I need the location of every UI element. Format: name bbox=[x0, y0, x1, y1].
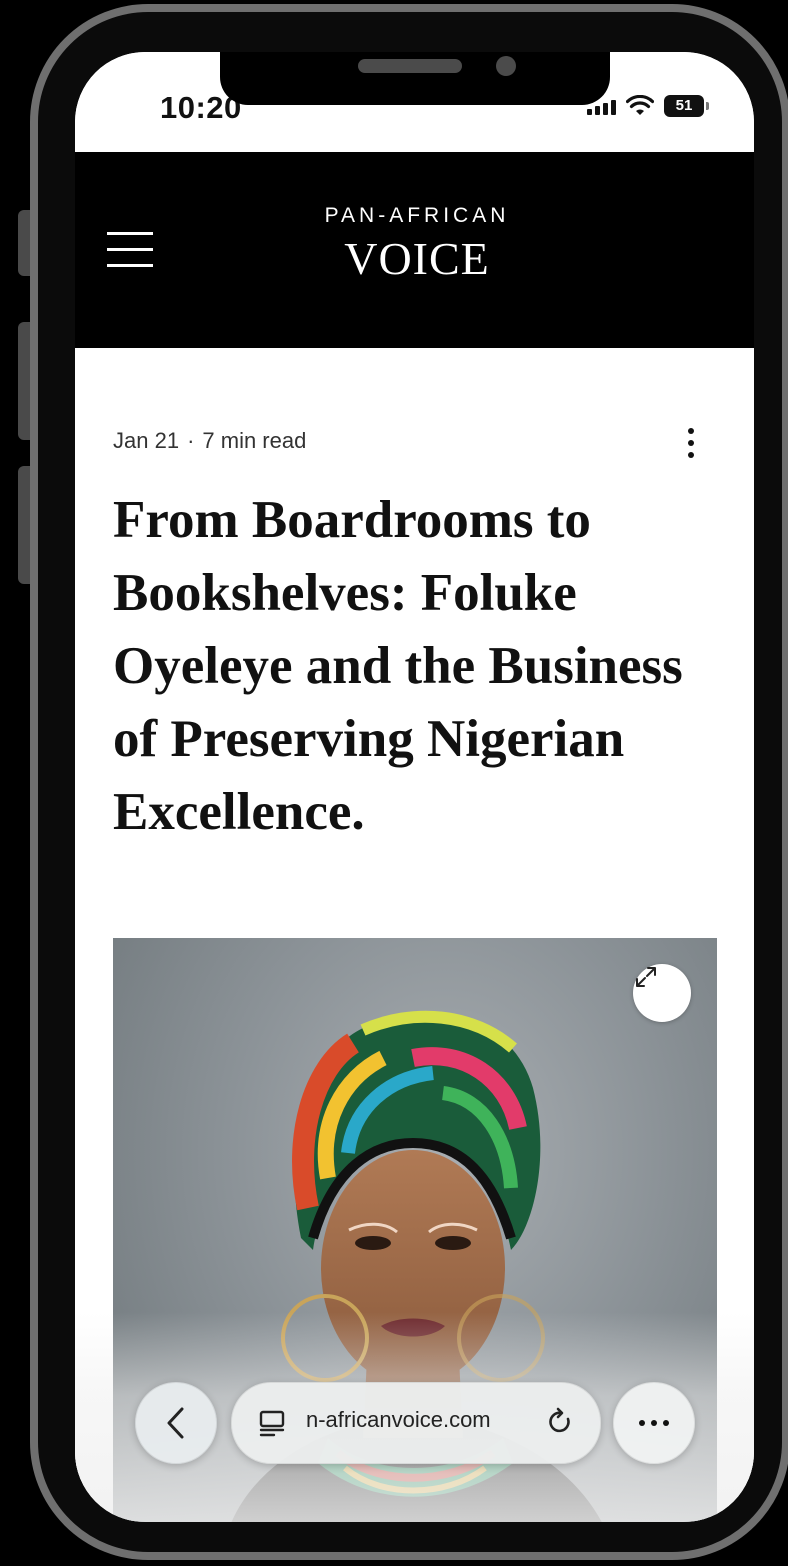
reader-icon bbox=[259, 1410, 285, 1437]
article-date: Jan 21 bbox=[113, 428, 180, 453]
article-headline: From Boardrooms to Bookshelves: Foluke O… bbox=[113, 491, 683, 841]
wifi-icon bbox=[626, 95, 654, 115]
more-horizontal-icon[interactable] bbox=[613, 1382, 695, 1464]
url-bar[interactable]: n-africanvoice.com bbox=[231, 1382, 601, 1464]
stage: 10:20 51 PAN-AFRICAN VOICE Jan 21 · 7 mi… bbox=[0, 0, 788, 1566]
notch bbox=[220, 52, 610, 105]
battery-icon: 51 bbox=[664, 95, 709, 117]
back-button[interactable] bbox=[135, 1382, 217, 1464]
meta-separator: · bbox=[187, 428, 195, 453]
site-header: PAN-AFRICAN VOICE bbox=[75, 152, 754, 348]
site-logo-main[interactable]: VOICE bbox=[299, 232, 535, 285]
reload-icon[interactable] bbox=[546, 1407, 576, 1437]
status-bar: 10:20 51 bbox=[75, 52, 754, 152]
expand-button[interactable] bbox=[633, 964, 691, 1022]
url-text[interactable]: n-africanvoice.com bbox=[306, 1407, 536, 1433]
more-vertical-icon[interactable] bbox=[683, 426, 699, 460]
expand-icon bbox=[636, 967, 656, 987]
cellular-signal-icon bbox=[587, 97, 616, 115]
notch-speaker bbox=[358, 59, 462, 73]
status-icons: 51 bbox=[587, 90, 709, 122]
chevron-left-icon bbox=[167, 1407, 184, 1439]
article-read-time: 7 min read bbox=[202, 428, 307, 453]
notch-camera bbox=[496, 56, 516, 76]
hamburger-menu-icon[interactable] bbox=[107, 228, 155, 272]
phone-screen: 10:20 51 PAN-AFRICAN VOICE Jan 21 · 7 mi… bbox=[75, 52, 754, 1522]
site-logo-top[interactable]: PAN-AFRICAN bbox=[299, 204, 535, 228]
article-meta: Jan 21 · 7 min read bbox=[113, 428, 306, 454]
